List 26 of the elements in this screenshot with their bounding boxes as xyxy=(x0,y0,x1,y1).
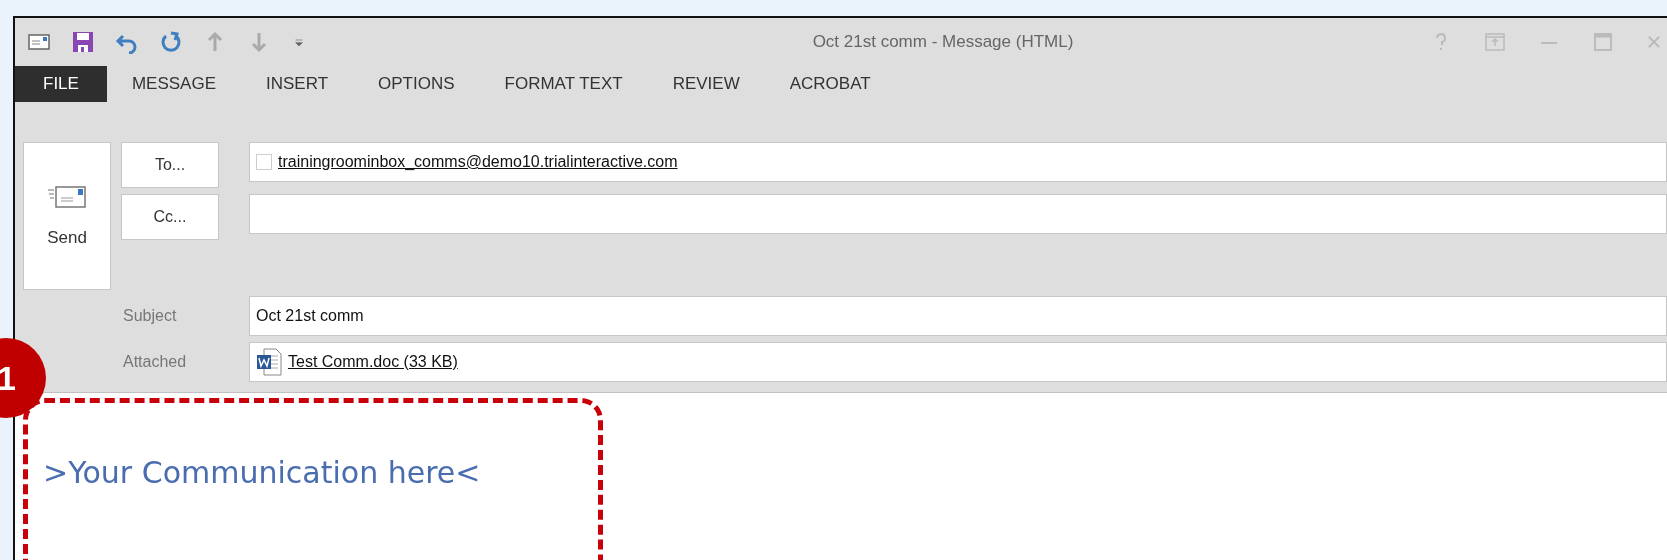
window-title: Oct 21st comm - Message (HTML) xyxy=(811,32,1075,52)
subject-label: Subject xyxy=(122,306,178,326)
save-icon[interactable] xyxy=(71,30,95,54)
word-document-icon xyxy=(256,348,282,376)
to-field[interactable]: trainingroominbox_comms@demo10.trialinteractive.com xyxy=(249,142,1667,182)
send-button[interactable]: Send xyxy=(23,142,111,290)
maximize-icon[interactable] xyxy=(1591,30,1615,54)
envelope-icon xyxy=(47,184,87,210)
subject-field[interactable]: Oct 21st comm xyxy=(256,307,364,325)
attached-label: Attached xyxy=(122,352,188,372)
attachment-link[interactable]: Test Comm.doc (33 KB) xyxy=(288,353,458,371)
ribbon-tab[interactable]: ACROBAT xyxy=(764,66,896,102)
ribbon-tab[interactable]: REVIEW xyxy=(647,66,765,102)
message-body-text[interactable]: >Your Communication here< xyxy=(43,455,481,490)
cc-button[interactable]: Cc... xyxy=(121,194,219,240)
ribbon-tab[interactable]: FILE xyxy=(15,66,107,102)
attachment-field[interactable]: Test Comm.doc (33 KB) xyxy=(249,342,1667,382)
recipient-address[interactable]: trainingroominbox_comms@demo10.trialinteractive.com xyxy=(278,153,678,171)
redo-icon[interactable] xyxy=(159,30,183,54)
cc-field[interactable] xyxy=(249,194,1667,234)
ribbon-tab[interactable]: FORMAT TEXT xyxy=(479,66,648,102)
ribbon-tab[interactable]: INSERT xyxy=(241,66,354,102)
to-button[interactable]: To... xyxy=(121,142,219,188)
ribbon-tab[interactable]: MESSAGE xyxy=(106,66,241,102)
ribbon-tab[interactable]: OPTIONS xyxy=(353,66,480,102)
ribbon-display-icon[interactable] xyxy=(1483,30,1507,54)
